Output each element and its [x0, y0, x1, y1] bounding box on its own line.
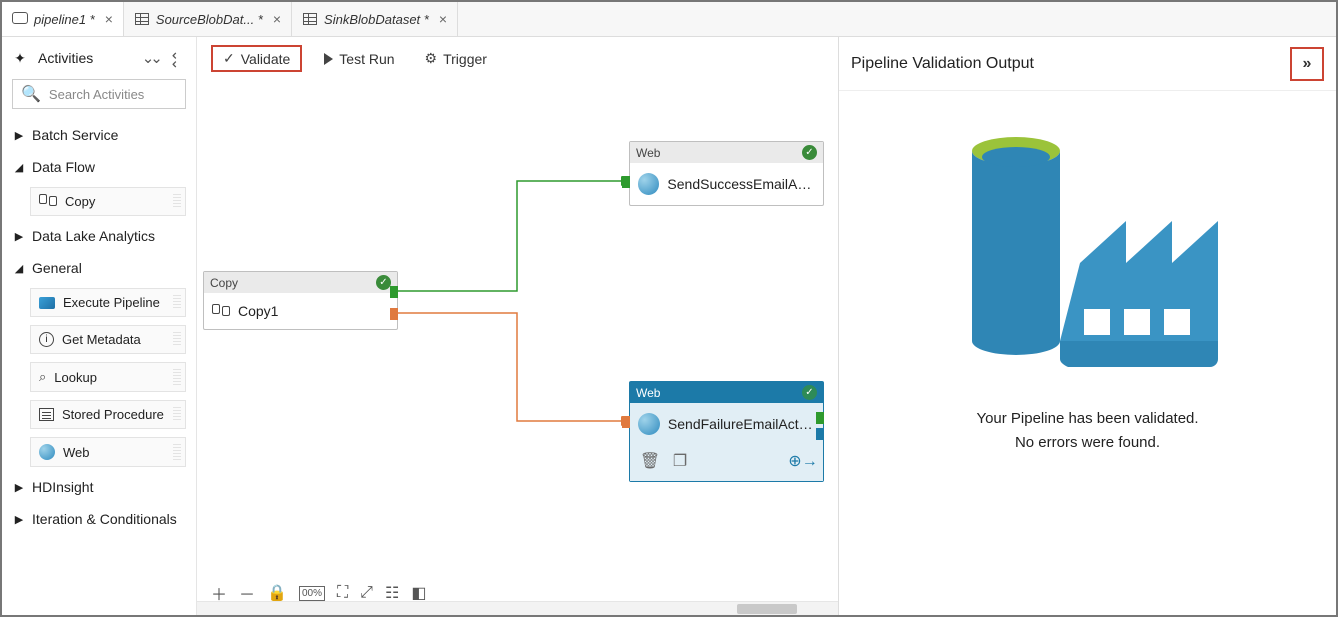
dataset-icon [134, 13, 150, 25]
activities-heading: ✦ Activities [2, 43, 196, 73]
tab-pipeline1[interactable]: pipeline1 * × [2, 2, 124, 36]
stored-proc-icon [39, 408, 54, 421]
sidebar-group-data-flow[interactable]: ◢Data Flow [2, 151, 196, 183]
pipeline-canvas-area: Validate Test Run Trigger Copy ✓ Copy1 [197, 37, 838, 615]
sidebar-group-data-lake[interactable]: ▶Data Lake Analytics [2, 220, 196, 252]
sidebar-group-hdinsight[interactable]: ▶HDInsight [2, 471, 196, 503]
activity-item-stored-procedure[interactable]: Stored Procedure [30, 400, 186, 429]
drag-handle-icon[interactable] [173, 407, 181, 422]
node-copy1[interactable]: Copy ✓ Copy1 [203, 271, 398, 330]
validate-button[interactable]: Validate [211, 45, 302, 72]
tab-sinkblob[interactable]: SinkBlobDataset * × [292, 2, 458, 36]
check-icon [223, 50, 235, 67]
node-type: Web [636, 386, 660, 400]
layout-icon[interactable]: ◧ [411, 583, 426, 603]
drag-handle-icon[interactable] [173, 295, 181, 310]
zoom-100-icon[interactable]: 00% [299, 586, 325, 601]
copy-icon [39, 194, 57, 209]
search-activities[interactable]: 🔍 [12, 79, 186, 109]
tab-title: SinkBlobDataset * [324, 12, 429, 27]
activity-item-web[interactable]: Web [30, 437, 186, 467]
add-output-icon[interactable]: ⊕→ [793, 451, 813, 471]
execute-pipeline-icon [39, 297, 55, 309]
editor-tabs: pipeline1 * × SourceBlobDat... * × SinkB… [2, 2, 1336, 37]
sidebar-group-batch-service[interactable]: ▶Batch Service [2, 119, 196, 151]
play-icon [324, 53, 333, 65]
auto-align-icon[interactable]: ☷ [385, 583, 399, 603]
search-input[interactable] [49, 87, 177, 102]
node-action-bar: 🗑 ❐ ⊕→ [630, 445, 823, 481]
drag-handle-icon[interactable] [173, 332, 181, 347]
clone-icon[interactable]: ❐ [670, 451, 690, 471]
sidebar-group-general[interactable]: ◢General [2, 252, 196, 284]
activities-sidebar: ✦ Activities 🔍 ▶Batch Service ◢Data Flow… [2, 37, 197, 615]
input-port[interactable] [622, 176, 630, 188]
node-name: SendSuccessEmailActi.. [667, 176, 815, 192]
validation-panel: Pipeline Validation Output Your Pipeline… [838, 37, 1336, 615]
status-ok-icon: ✓ [802, 385, 817, 400]
tab-title: pipeline1 * [34, 12, 95, 27]
pipeline-canvas[interactable]: Copy✓ Copy1 Web✓ SendSuccessEmailActi.. … [197, 81, 838, 615]
gear-icon [425, 50, 438, 67]
activities-icon: ✦ [12, 50, 28, 66]
activity-item-get-metadata[interactable]: iGet Metadata [30, 325, 186, 354]
web-icon [638, 173, 659, 195]
delete-icon[interactable]: 🗑 [640, 451, 660, 471]
drag-handle-icon[interactable] [173, 444, 181, 460]
node-name: Copy1 [238, 303, 278, 319]
info-icon: i [39, 332, 54, 347]
close-icon[interactable]: × [273, 12, 281, 26]
status-ok-icon: ✓ [802, 145, 817, 160]
web-icon [638, 413, 660, 435]
drag-handle-icon[interactable] [173, 194, 181, 209]
node-send-failure-email[interactable]: Web ✓ SendFailureEmailActiv.. 🗑 ❐ ⊕→ [629, 381, 824, 482]
validation-message: Your Pipeline has been validated. No err… [976, 407, 1198, 455]
output-port-success[interactable] [390, 286, 398, 298]
expand-all-icon[interactable] [142, 49, 159, 67]
input-port[interactable] [622, 416, 630, 428]
pipeline-icon [12, 12, 28, 27]
factory-illustration [958, 131, 1218, 381]
output-port-success[interactable] [816, 412, 824, 424]
fit-screen-icon[interactable]: ⛶ [337, 584, 348, 602]
dataset-icon [302, 13, 318, 25]
search-icon: 🔍 [21, 84, 41, 104]
close-icon[interactable]: × [105, 12, 113, 26]
scrollbar-thumb[interactable] [737, 604, 797, 614]
validation-panel-title: Pipeline Validation Output [851, 55, 1034, 73]
collapse-panel-button[interactable] [1290, 47, 1324, 81]
tab-title: SourceBlobDat... * [156, 12, 263, 27]
trigger-button[interactable]: Trigger [417, 46, 495, 71]
activity-item-lookup[interactable]: ⌕Lookup [30, 362, 186, 392]
collapse-all-icon[interactable] [168, 49, 186, 66]
lookup-icon: ⌕ [39, 369, 46, 385]
tab-sourceblob[interactable]: SourceBlobDat... * × [124, 2, 292, 36]
activity-item-copy[interactable]: Copy [30, 187, 186, 216]
output-port-completion[interactable] [816, 428, 824, 440]
output-port-failure[interactable] [390, 308, 398, 320]
copy-icon [212, 306, 230, 316]
close-icon[interactable]: × [439, 12, 447, 26]
drag-handle-icon[interactable] [173, 369, 181, 385]
test-run-button[interactable]: Test Run [316, 47, 402, 71]
node-name: SendFailureEmailActiv.. [668, 416, 815, 432]
lock-icon[interactable]: 🔒 [267, 583, 287, 603]
activity-item-execute-pipeline[interactable]: Execute Pipeline [30, 288, 186, 317]
status-ok-icon: ✓ [376, 275, 391, 290]
activities-label: Activities [38, 50, 93, 66]
sidebar-group-iteration[interactable]: ▶Iteration & Conditionals [2, 503, 196, 535]
canvas-toolbar: Validate Test Run Trigger [197, 37, 838, 81]
web-icon [39, 444, 55, 460]
horizontal-scrollbar[interactable] [197, 601, 838, 615]
fullscreen-icon[interactable]: ⤢ [360, 584, 373, 602]
node-type: Web [636, 146, 660, 160]
node-type: Copy [210, 276, 238, 290]
node-send-success-email[interactable]: Web ✓ SendSuccessEmailActi.. [629, 141, 824, 206]
